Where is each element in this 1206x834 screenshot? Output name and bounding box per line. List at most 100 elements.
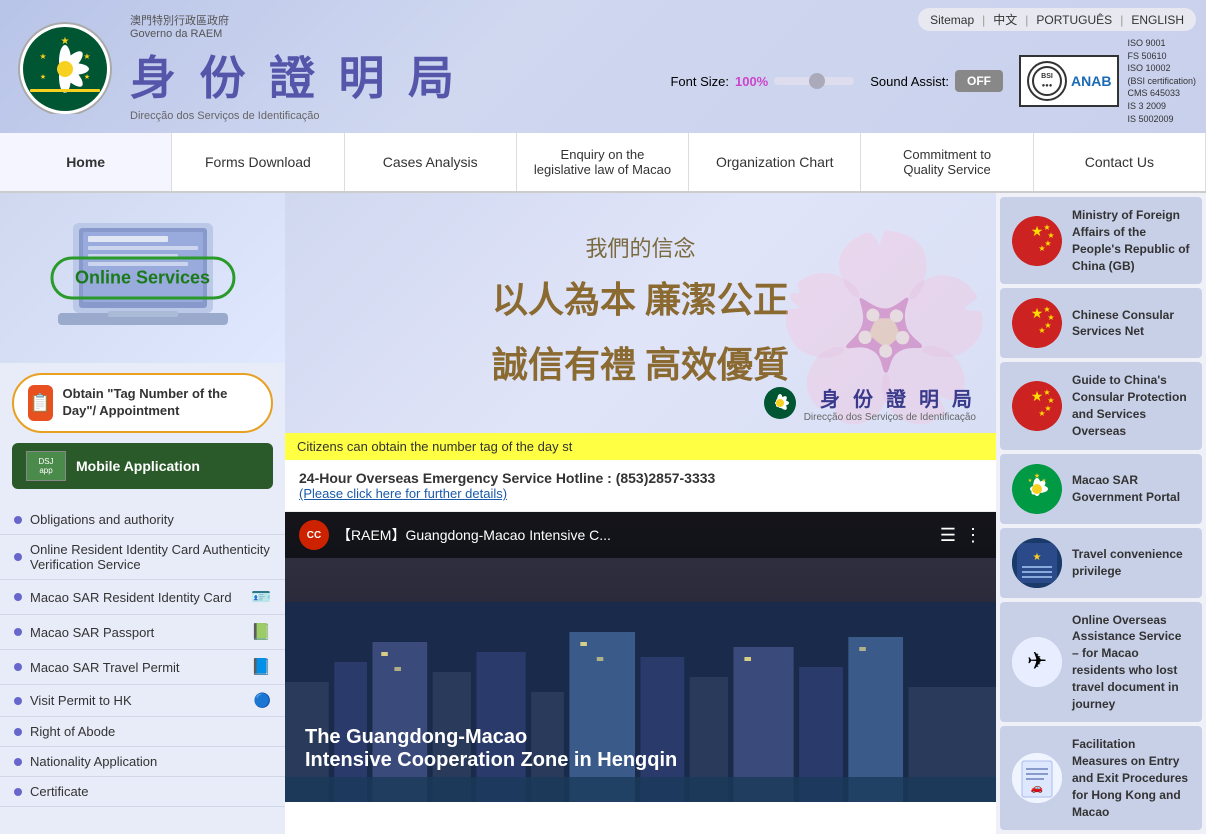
document-icon: 🚗 — [1012, 753, 1062, 803]
svg-text:🚗: 🚗 — [1031, 783, 1043, 794]
banner-logo-sub: Direcção dos Serviços de Identificação — [804, 412, 976, 423]
sidebar-item-obligations[interactable]: Obligations and authority — [0, 505, 285, 535]
sidebar-item-label: Visit Permit to HK — [30, 693, 132, 708]
ticker-text: Citizens can obtain the number tag of th… — [297, 439, 572, 454]
video-title-text: 【RAEM】Guangdong-Macao Intensive C... — [337, 525, 611, 545]
logo-area: ★ ★ ★ ★ ★ MACAU — [10, 17, 120, 117]
city-skyline-icon — [285, 602, 996, 802]
banner-logo-text: 身 份 證 明 局 — [804, 383, 976, 412]
main-title: 身 份 證 明 局 — [130, 42, 460, 108]
sitemap-link[interactable]: Sitemap — [930, 13, 974, 27]
sidebar-item-label: Obligations and authority — [30, 512, 174, 527]
svg-text:★: ★ — [1038, 409, 1045, 418]
china-flag-icon: ★ ★ ★ ★ ★ — [1012, 216, 1062, 266]
sound-label: Sound Assist: — [870, 74, 949, 89]
menu-dot-icon — [14, 663, 22, 671]
menu-dot-icon — [14, 788, 22, 796]
video-controls[interactable]: ☰ ⋮ — [940, 525, 982, 546]
mobile-app-label: Mobile Application — [76, 458, 200, 474]
right-card-label-travel: Travel convenience privilege — [1072, 546, 1190, 580]
menu-dot-icon — [14, 516, 22, 524]
passport-icon: 📗 — [251, 622, 271, 642]
right-card-label-macao-gov: Macao SAR Government Portal — [1072, 472, 1190, 506]
emergency-bar: 24-Hour Overseas Emergency Service Hotli… — [285, 460, 996, 512]
video-overlay-text: The Guangdong-Macao Intensive Cooperatio… — [305, 726, 677, 772]
passport-img-icon: ★ — [1012, 538, 1062, 588]
sidebar-item-label: Online Resident Identity Card Authentici… — [30, 542, 271, 572]
video-more-icon[interactable]: ⋮ — [964, 525, 982, 546]
right-card-mfa[interactable]: ★ ★ ★ ★ ★ Ministry of Foreign Affairs of… — [1000, 197, 1202, 284]
right-card-label-facilitation: Facilitation Measures on Entry and Exit … — [1072, 736, 1190, 820]
gov-line1: 澳門特別行政區政府 — [130, 12, 460, 28]
nav-org[interactable]: Organization Chart — [689, 133, 861, 191]
video-list-icon[interactable]: ☰ — [940, 525, 956, 546]
font-size-slider[interactable] — [774, 77, 854, 85]
main-banner: 🌸 我們的信念 以人為本 廉潔公正 誠信有禮 高效優質 — [285, 193, 996, 433]
nav-cases[interactable]: Cases Analysis — [345, 133, 517, 191]
sidebar-item-label: Right of Abode — [30, 724, 115, 739]
id-card-icon: 🪪 — [251, 587, 271, 607]
sidebar-item-visit-permit[interactable]: Visit Permit to HK 🔵 — [0, 685, 285, 717]
right-card-travel[interactable]: ★ Travel convenience privilege — [1000, 528, 1202, 598]
menu-dot-icon — [14, 628, 22, 636]
svg-text:★: ★ — [40, 73, 46, 81]
right-card-icon-macao: ★ ★ ★ — [1012, 464, 1062, 514]
svg-text:★: ★ — [1034, 472, 1040, 480]
bsi-icon: BSI●●● — [1027, 61, 1067, 101]
right-card-facilitation[interactable]: 🚗 Facilitation Measures on Entry and Exi… — [1000, 726, 1202, 830]
svg-text:★: ★ — [1031, 388, 1044, 404]
sidebar-item-verification[interactable]: Online Resident Identity Card Authentici… — [0, 535, 285, 580]
right-card-consular[interactable]: ★ ★ ★ ★ ★ Chinese Consular Services Net — [1000, 288, 1202, 358]
right-card-label-mfa: Ministry of Foreign Affairs of the Peopl… — [1072, 207, 1190, 274]
nav-forms[interactable]: Forms Download — [172, 133, 344, 191]
en-link[interactable]: ENGLISH — [1131, 13, 1184, 27]
macao-flag-icon: ★ ★ ★ — [1012, 464, 1062, 514]
header-controls: Sitemap | 中文 | PORTUGUÊS | ENGLISH Font … — [670, 8, 1196, 125]
right-card-label-consular: Chinese Consular Services Net — [1072, 307, 1190, 341]
center-content: 🌸 我們的信念 以人為本 廉潔公正 誠信有禮 高效優質 — [285, 193, 996, 834]
menu-dot-icon — [14, 697, 22, 705]
svg-text:★: ★ — [1038, 326, 1045, 335]
nav-enquiry[interactable]: Enquiry on thelegislative law of Macao — [517, 133, 689, 191]
font-size-value: 100% — [735, 74, 768, 89]
left-sidebar: Online Services 📋 Obtain "Tag Number of … — [0, 193, 285, 834]
sidebar-item-passport[interactable]: Macao SAR Passport 📗 — [0, 615, 285, 650]
macao-logo-icon: ★ ★ ★ ★ ★ MACAU — [15, 19, 115, 114]
right-card-overseas[interactable]: ✈ Online Overseas Assistance Service – f… — [1000, 602, 1202, 723]
video-thumbnail: CC 【RAEM】Guangdong-Macao Intensive C... … — [285, 512, 996, 802]
sub-title: Direcção dos Serviços de Identificação — [130, 110, 460, 122]
emergency-link[interactable]: (Please click here for further details) — [299, 486, 507, 501]
zh-link[interactable]: 中文 — [993, 11, 1017, 28]
svg-text:★: ★ — [83, 52, 90, 61]
menu-dot-icon — [14, 758, 22, 766]
right-card-icon-facilitation: 🚗 — [1012, 753, 1062, 803]
right-card-guide[interactable]: ★ ★ ★ ★ ★ Guide to China's Consular Prot… — [1000, 362, 1202, 449]
menu-dot-icon — [14, 553, 22, 561]
svg-text:★: ★ — [39, 52, 46, 61]
banner-logo-icon — [762, 385, 798, 421]
sidebar-item-right-of-abode[interactable]: Right of Abode — [0, 717, 285, 747]
nav-home[interactable]: Home — [0, 133, 172, 191]
mobile-app-button[interactable]: DSJapp Mobile Application — [12, 443, 273, 489]
nav-commitment[interactable]: Commitment toQuality Service — [861, 133, 1033, 191]
pt-link[interactable]: PORTUGUÊS — [1036, 13, 1112, 27]
online-services-button[interactable]: Online Services — [50, 257, 235, 300]
sound-toggle-button[interactable]: OFF — [955, 70, 1003, 92]
right-card-icon-overseas: ✈ — [1012, 637, 1062, 687]
mobile-app-icon: DSJapp — [26, 451, 66, 481]
menu-dot-icon — [14, 593, 22, 601]
iso-list: ISO 9001 FS 50610 ISO 10002 (BSI certifi… — [1127, 37, 1196, 125]
right-card-macao-gov[interactable]: ★ ★ ★ Macao SAR Government Portal — [1000, 454, 1202, 524]
travel-permit-icon: 📘 — [251, 657, 271, 677]
sidebar-item-id-card[interactable]: Macao SAR Resident Identity Card 🪪 — [0, 580, 285, 615]
video-area: CC 【RAEM】Guangdong-Macao Intensive C... … — [285, 512, 996, 802]
sidebar-item-nationality[interactable]: Nationality Application — [0, 747, 285, 777]
sidebar-item-travel-permit[interactable]: Macao SAR Travel Permit 📘 — [0, 650, 285, 685]
slider-thumb[interactable] — [809, 73, 825, 89]
banner-logo: 身 份 證 明 局 Direcção dos Serviços de Ident… — [762, 383, 976, 423]
appointment-button[interactable]: 📋 Obtain "Tag Number of the Day"/ Appoin… — [12, 373, 273, 433]
font-size-label: Font Size: — [670, 74, 729, 89]
nav-contact[interactable]: Contact Us — [1034, 133, 1206, 191]
emergency-title: 24-Hour Overseas Emergency Service Hotli… — [299, 470, 982, 486]
header: ★ ★ ★ ★ ★ MACAU 澳門特別行政區政府 Governo da RAE… — [0, 0, 1206, 133]
